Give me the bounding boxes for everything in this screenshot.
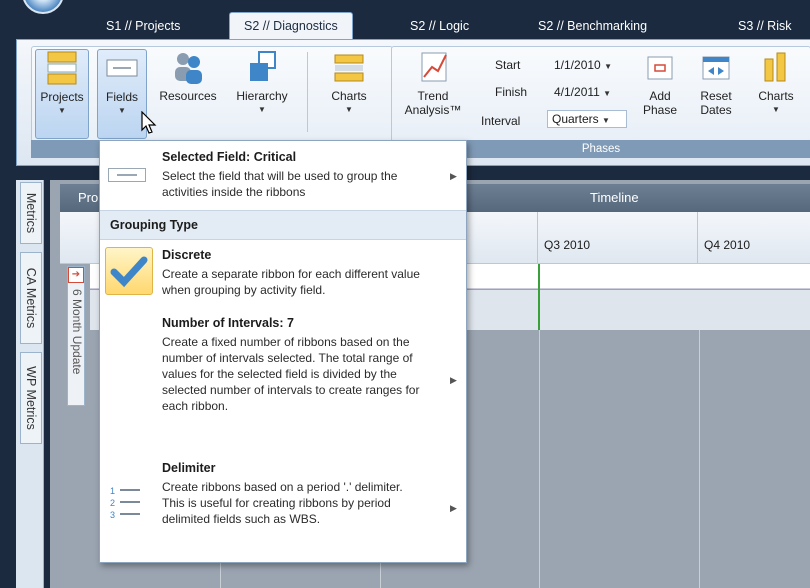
tab-s1-projects[interactable]: S1 // Projects [92, 14, 194, 38]
projects-column-header: Pro [78, 190, 99, 205]
charts-label: Charts [331, 89, 367, 103]
grouping-type-header: Grouping Type [100, 210, 466, 240]
trend-label-2: Analysis™ [404, 103, 462, 117]
chevron-down-icon: ▼ [602, 116, 610, 125]
discrete-title: Discrete [162, 248, 212, 262]
fields-label: Fields [105, 90, 138, 104]
projects-button[interactable]: Projects ▼ [35, 49, 89, 139]
chevron-down-icon: ▼ [604, 62, 612, 71]
q3-2010-header: Q3 2010 [544, 238, 591, 252]
divider [307, 52, 308, 132]
charts-button[interactable]: Charts ▼ [319, 49, 379, 139]
gridline [539, 330, 540, 588]
tab-s2-logic[interactable]: S2 // Logic [396, 14, 483, 38]
tab-metrics-label: Metrics [24, 192, 38, 234]
numbered-list-icon: 1 2 3 [108, 483, 148, 523]
delimiter-description: Create ribbons based on a period '.' del… [162, 480, 403, 526]
projects-label: Projects [40, 90, 84, 104]
divider [537, 212, 538, 264]
hierarchy-icon [245, 49, 279, 85]
mouse-cursor-icon [141, 111, 157, 134]
expand-arrow-icon: ➔ [68, 267, 84, 283]
start-date-picker[interactable]: 1/1/2010 ▼ [554, 58, 612, 72]
today-marker [538, 264, 540, 330]
svg-text:1: 1 [110, 486, 115, 496]
resources-label: Resources [159, 89, 217, 103]
divider [697, 212, 698, 264]
intervals-description: Create a fixed number of ribbons based o… [162, 335, 420, 413]
number-of-intervals-option[interactable]: Number of Intervals: 7 Create a fixed nu… [100, 311, 466, 451]
timeline-title: Timeline [590, 190, 639, 205]
tab-ca-metrics-label: CA Metrics [24, 267, 38, 329]
chevron-right-icon: ▶ [450, 503, 457, 513]
resources-icon [171, 49, 205, 85]
resources-button[interactable]: Resources [157, 49, 219, 139]
chevron-right-icon: ▶ [450, 375, 457, 385]
delimiter-title: Delimiter [162, 461, 216, 475]
reset-label-2: Dates [700, 103, 732, 117]
app-orb-button[interactable] [22, 0, 64, 14]
chevron-down-icon: ▼ [258, 105, 266, 114]
add-phase-icon [643, 49, 677, 85]
chevron-down-icon: ▼ [58, 106, 66, 115]
projects-icon [45, 50, 79, 86]
charts-label: Charts [758, 89, 794, 103]
tab-wp-metrics[interactable]: WP Metrics [20, 352, 42, 444]
interval-select[interactable]: Quarters ▼ [547, 110, 627, 128]
add-label: Add [649, 89, 671, 103]
chevron-down-icon: ▼ [603, 89, 612, 98]
ribbon-label: 6 Month Update [70, 289, 84, 375]
trend-label: Trend [417, 89, 449, 103]
svg-text:2: 2 [110, 498, 115, 508]
tab-wp-metrics-label: WP Metrics [24, 366, 39, 430]
chevron-right-icon: ▶ [450, 171, 457, 181]
gridline [699, 330, 700, 588]
add-phase-button[interactable]: Add Phase [637, 49, 683, 139]
chevron-down-icon: ▼ [772, 105, 780, 114]
selected-field-title: Selected Field: Critical [162, 150, 297, 164]
tab-metrics[interactable]: Metrics [20, 182, 42, 244]
intervals-title: Number of Intervals: 7 [162, 316, 294, 330]
start-label: Start [495, 58, 521, 72]
hierarchy-button[interactable]: Hierarchy ▼ [231, 49, 293, 139]
chevron-down-icon: ▼ [345, 105, 353, 114]
reset-label: Reset [700, 89, 732, 103]
svg-text:3: 3 [110, 510, 115, 520]
finish-date-value: 4/1/2011 [554, 85, 600, 99]
ribbon-label-tab[interactable]: ➔ 6 Month Update [67, 266, 85, 406]
interval-value: Quarters [552, 112, 599, 126]
tab-s2-benchmarking[interactable]: S2 // Benchmarking [524, 14, 661, 38]
finish-date-picker[interactable]: 4/1/2011 ▼ [554, 85, 611, 99]
tab-ca-metrics[interactable]: CA Metrics [20, 252, 42, 344]
start-date-value: 1/1/2010 [554, 58, 601, 72]
hierarchy-label: Hierarchy [236, 89, 288, 103]
reset-dates-icon [699, 49, 733, 85]
fields-icon [105, 50, 139, 86]
selected-field-item[interactable]: Selected Field: Critical Select the fiel… [100, 141, 466, 209]
delimiter-option[interactable]: 1 2 3 Delimiter Create ribbons based on a … [100, 455, 466, 563]
grouping-dropdown: Selected Field: Critical Select the fiel… [99, 140, 467, 563]
field-icon [108, 168, 146, 182]
chevron-down-icon: ▼ [118, 106, 126, 115]
charts-icon [759, 49, 793, 85]
interval-label: Interval [481, 114, 521, 128]
trend-analysis-button[interactable]: Trend Analysis™ [399, 49, 467, 139]
tab-s2-diagnostics[interactable]: S2 // Diagnostics [229, 12, 353, 39]
selected-field-description: Select the field that will be used to gr… [162, 169, 398, 199]
discrete-description: Create a separate ribbon for each differ… [162, 267, 420, 297]
q4-2010-header: Q4 2010 [704, 238, 751, 252]
checkmark-icon [105, 247, 153, 295]
phase-charts-button[interactable]: Charts ▼ [751, 49, 801, 139]
reset-dates-button[interactable]: Reset Dates [693, 49, 739, 139]
trend-analysis-icon [416, 49, 450, 85]
add-label-2: Phase [642, 103, 678, 117]
charts-icon [332, 49, 366, 85]
discrete-option[interactable]: Discrete Create a separate ribbon for ea… [100, 241, 466, 309]
finish-label: Finish [495, 85, 528, 99]
tab-s3-risk[interactable]: S3 // Risk [724, 14, 806, 38]
